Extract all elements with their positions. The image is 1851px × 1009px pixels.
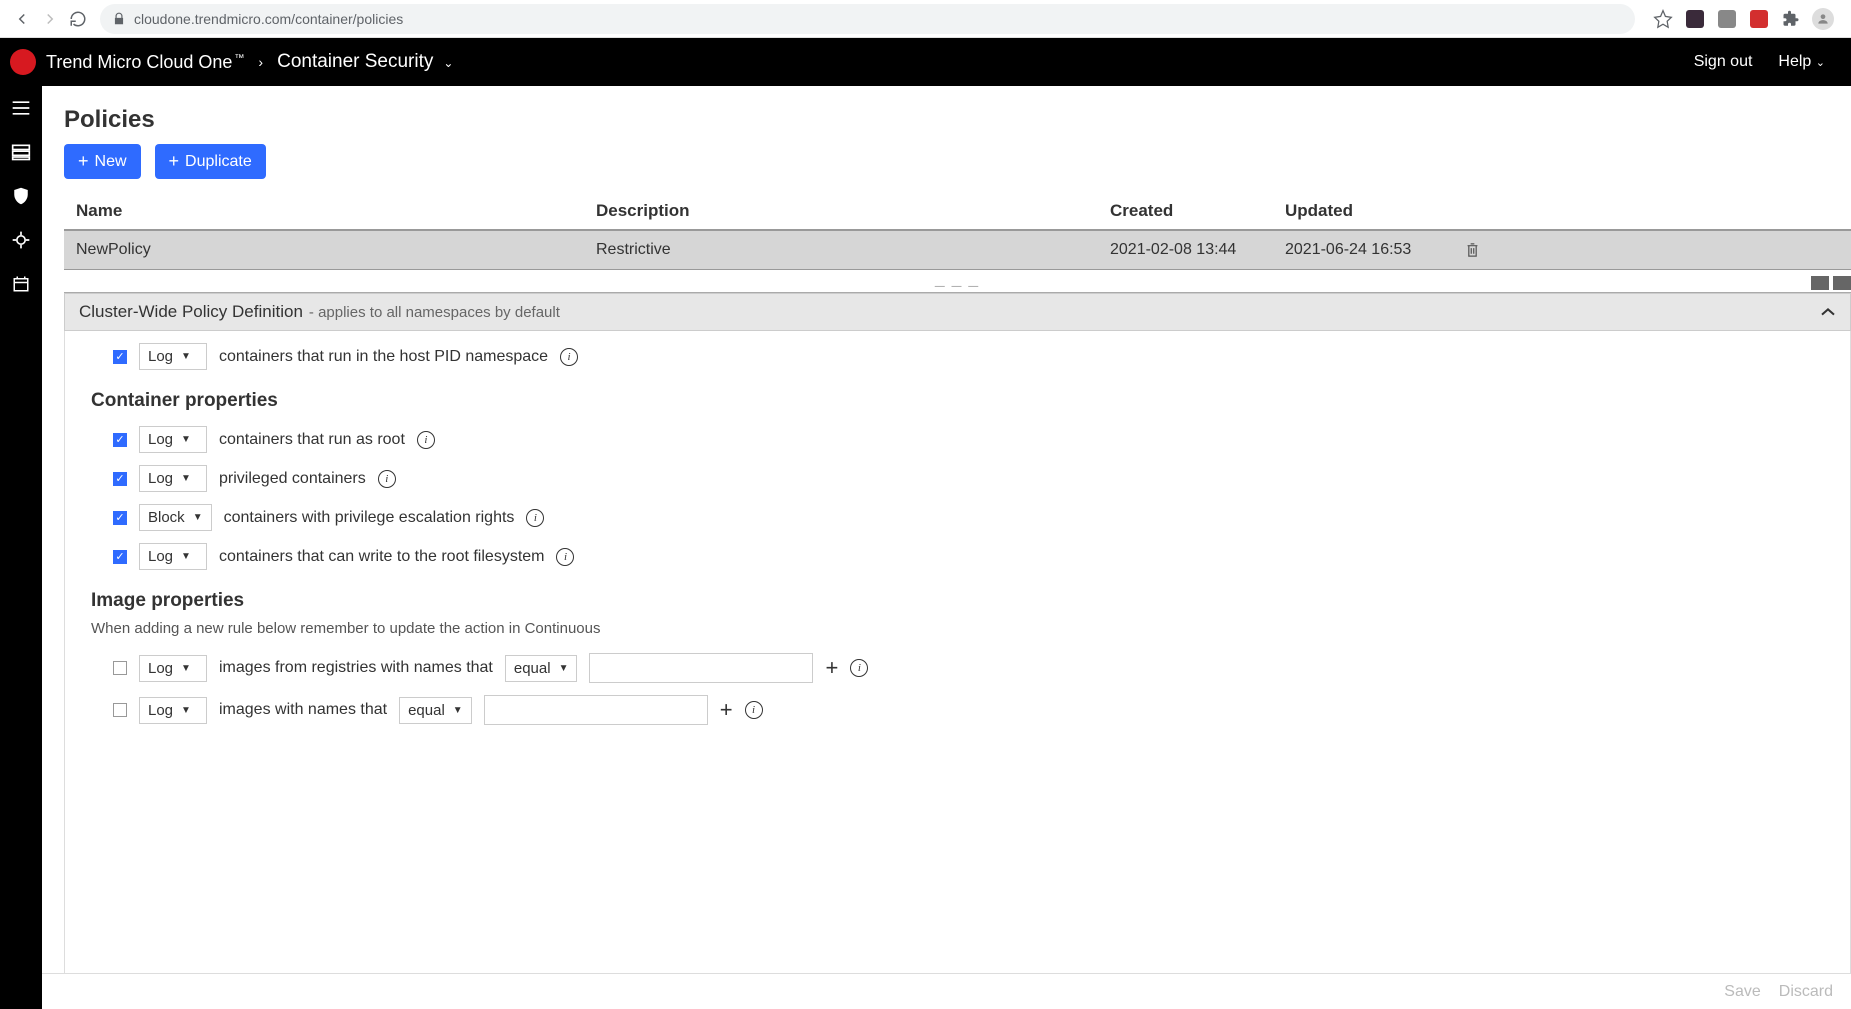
lock-icon: [112, 12, 126, 26]
rule-row: ✓ Log▼ containers that run as root i: [91, 420, 1824, 459]
info-icon[interactable]: i: [378, 470, 396, 488]
policies-table: Name Description Created Updated NewPoli…: [64, 193, 1851, 270]
rule-row: ✓ Log▼ privileged containers i: [91, 459, 1824, 498]
rule-row: ✓ Log▼ containers that can write to the ro…: [91, 537, 1824, 576]
rule-checkbox[interactable]: [113, 661, 127, 675]
cell-created: 2021-02-08 13:44: [1110, 241, 1285, 259]
panel-header[interactable]: Cluster-Wide Policy Definition - applies…: [64, 293, 1851, 331]
star-icon[interactable]: [1651, 7, 1675, 31]
action-select[interactable]: Log▼: [139, 465, 207, 492]
rule-text: containers that can write to the root fi…: [219, 548, 544, 566]
address-bar[interactable]: cloudone.trendmicro.com/container/polici…: [100, 4, 1635, 34]
rule-text: containers with privilege escalation rig…: [224, 509, 515, 527]
url-text: cloudone.trendmicro.com/container/polici…: [134, 11, 403, 27]
rule-checkbox[interactable]: ✓: [113, 472, 127, 486]
operator-select[interactable]: equal▼: [399, 697, 472, 724]
calendar-icon[interactable]: [9, 272, 33, 296]
collapse-icon[interactable]: [1820, 307, 1836, 317]
col-header-created[interactable]: Created: [1110, 201, 1285, 221]
splitter[interactable]: — — —: [64, 278, 1851, 292]
panel-title: Cluster-Wide Policy Definition: [79, 302, 303, 322]
panel-body: ✓ Log▼ containers that run in the host P…: [64, 331, 1851, 1009]
add-rule-icon[interactable]: +: [720, 697, 733, 723]
servers-icon[interactable]: [9, 140, 33, 164]
rule-row: Log▼ images with names that equal▼ + i: [91, 689, 1824, 731]
action-select[interactable]: Log▼: [139, 343, 207, 370]
rule-text: containers that run as root: [219, 431, 405, 449]
info-icon[interactable]: i: [850, 659, 868, 677]
cell-updated: 2021-06-24 16:53: [1285, 241, 1465, 259]
profile-icon[interactable]: [1811, 7, 1835, 31]
puzzle-icon[interactable]: [1779, 7, 1803, 31]
rule-text: images with names that: [219, 701, 387, 719]
sidebar-rail: [0, 86, 42, 1009]
info-icon[interactable]: i: [745, 701, 763, 719]
extension-icons: [1643, 7, 1843, 31]
duplicate-button[interactable]: +Duplicate: [155, 144, 266, 179]
main-content: Policies +New +Duplicate Name Descriptio…: [42, 86, 1851, 1009]
info-icon[interactable]: i: [526, 509, 544, 527]
rule-row: ✓ Block▼ containers with privilege escalat…: [91, 498, 1824, 537]
col-header-updated[interactable]: Updated: [1285, 201, 1465, 221]
rule-text: images from registries with names that: [219, 659, 493, 677]
maximize-panel-icon[interactable]: [1833, 276, 1851, 290]
action-select[interactable]: Log▼: [139, 543, 207, 570]
info-icon[interactable]: i: [417, 431, 435, 449]
menu-icon[interactable]: [9, 96, 33, 120]
ext-icon-1[interactable]: [1683, 7, 1707, 31]
info-icon[interactable]: i: [560, 348, 578, 366]
section-note: When adding a new rule below remember to…: [91, 620, 1824, 637]
minimize-panel-icon[interactable]: [1811, 276, 1829, 290]
trendmicro-logo: [10, 49, 36, 75]
ext-icon-2[interactable]: [1715, 7, 1739, 31]
info-icon[interactable]: i: [556, 548, 574, 566]
rule-checkbox[interactable]: ✓: [113, 550, 127, 564]
save-button[interactable]: Save: [1724, 983, 1760, 1001]
sign-out-link[interactable]: Sign out: [1694, 53, 1753, 71]
rule-row: ✓ Log▼ containers that run in the host P…: [91, 337, 1824, 376]
app-header: Trend Micro Cloud One™ › Container Secur…: [0, 38, 1851, 86]
rule-text: containers that run in the host PID name…: [219, 348, 548, 366]
section-heading-container: Container properties: [91, 390, 1824, 412]
action-select[interactable]: Log▼: [139, 697, 207, 724]
rule-checkbox[interactable]: ✓: [113, 433, 127, 447]
rule-row: Log▼ images from registries with names th…: [91, 647, 1824, 689]
table-row[interactable]: NewPolicy Restrictive 2021-02-08 13:44 2…: [64, 231, 1851, 270]
shield-icon[interactable]: [9, 184, 33, 208]
cell-name: NewPolicy: [76, 241, 596, 259]
discard-button[interactable]: Discard: [1779, 983, 1833, 1001]
action-select[interactable]: Log▼: [139, 426, 207, 453]
rule-checkbox[interactable]: ✓: [113, 350, 127, 364]
col-header-name[interactable]: Name: [76, 201, 596, 221]
operator-select[interactable]: equal▼: [505, 655, 578, 682]
forward-button[interactable]: [36, 5, 64, 33]
section-dropdown[interactable]: Container Security⌄: [277, 51, 453, 73]
rule-checkbox[interactable]: [113, 703, 127, 717]
delete-icon[interactable]: [1465, 242, 1821, 258]
action-select[interactable]: Block▼: [139, 504, 212, 531]
action-select[interactable]: Log▼: [139, 655, 207, 682]
col-header-description[interactable]: Description: [596, 201, 1110, 221]
brand-name[interactable]: Trend Micro Cloud One™: [46, 52, 244, 73]
reload-button[interactable]: [64, 5, 92, 33]
new-button[interactable]: +New: [64, 144, 141, 179]
value-input[interactable]: [484, 695, 708, 725]
help-dropdown[interactable]: Help ⌄: [1778, 53, 1825, 71]
panel-subtitle: - applies to all namespaces by default: [309, 304, 560, 321]
back-button[interactable]: [8, 5, 36, 33]
ext-icon-3[interactable]: [1747, 7, 1771, 31]
cell-description: Restrictive: [596, 241, 1110, 259]
target-icon[interactable]: [9, 228, 33, 252]
value-input[interactable]: [589, 653, 813, 683]
browser-toolbar: cloudone.trendmicro.com/container/polici…: [0, 0, 1851, 38]
add-rule-icon[interactable]: +: [825, 655, 838, 681]
rule-text: privileged containers: [219, 470, 366, 488]
section-heading-image: Image properties: [91, 590, 1824, 612]
page-title: Policies: [64, 106, 1851, 134]
breadcrumb-chevron-icon: ›: [258, 54, 263, 70]
save-bar: Save Discard: [42, 973, 1851, 1009]
rule-checkbox[interactable]: ✓: [113, 511, 127, 525]
